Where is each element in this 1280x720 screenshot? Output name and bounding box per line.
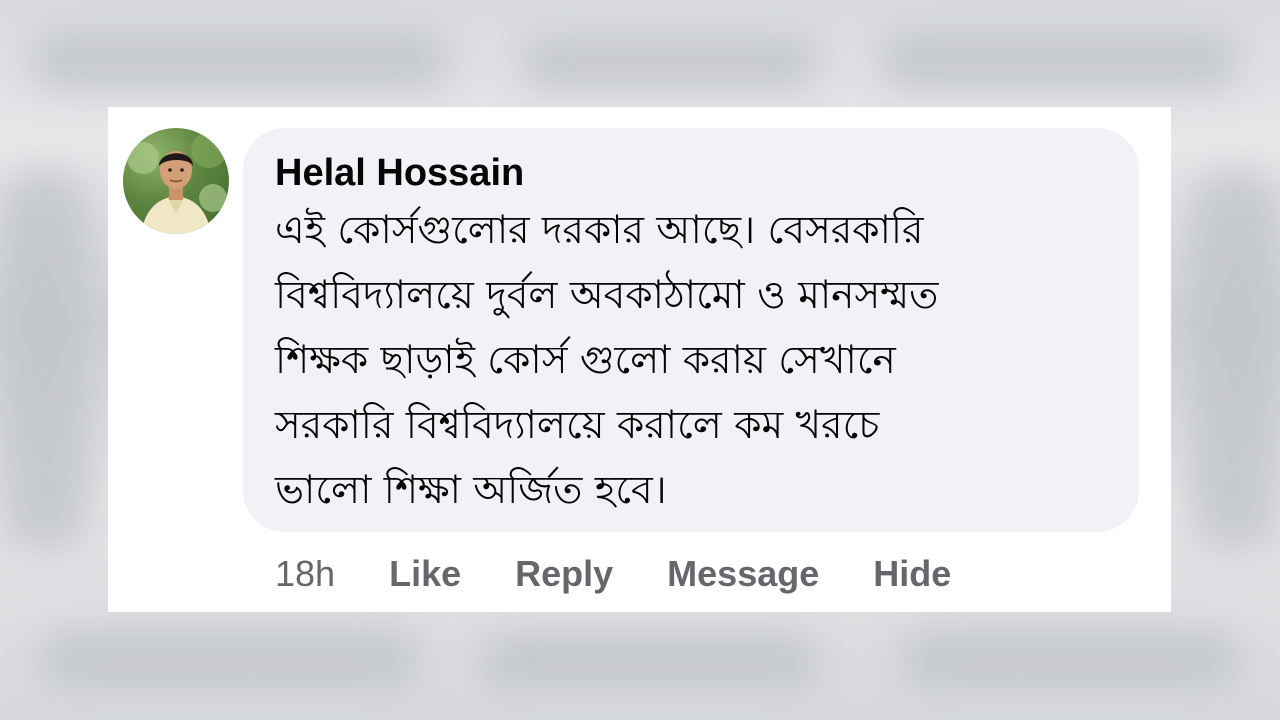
comment-card: Helal Hossain এই কোর্সগুলোর দরকার আছে। ব… (108, 107, 1171, 612)
reply-button[interactable]: Reply (515, 553, 613, 595)
comment-text-line: শিক্ষক ছাড়াই কোর্স গুলো করায় সেখানে (275, 338, 896, 383)
like-button[interactable]: Like (389, 553, 461, 595)
comment-bubble: Helal Hossain এই কোর্সগুলোর দরকার আছে। ব… (243, 128, 1139, 532)
comment-text-line: বিশ্ববিদ্যালয়ে দুর্বল অবকাঠামো ও মানসম্… (275, 273, 939, 318)
comment-text-line: ভালো শিক্ষা অর্জিত হবে। (275, 468, 667, 513)
comment-actions: 18h Like Reply Message Hide (275, 551, 1005, 597)
hide-button[interactable]: Hide (873, 553, 951, 595)
blur-shape (900, 630, 1240, 690)
author-name[interactable]: Helal Hossain (275, 150, 524, 196)
message-button[interactable]: Message (667, 553, 819, 595)
comment-timestamp[interactable]: 18h (275, 553, 335, 595)
comment-text-line: সরকারি বিশ্ববিদ্যালয়ে করালে কম খরচে (275, 403, 880, 448)
blur-shape (480, 635, 820, 690)
blur-shape (0, 170, 90, 550)
comment-text: এই কোর্সগুলোর দরকার আছে। বেসরকারি বিশ্বব… (275, 198, 1105, 523)
avatar[interactable] (123, 128, 229, 234)
comment-text-line: এই কোর্সগুলোর দরকার আছে। বেসরকারি (275, 208, 924, 253)
blur-shape (520, 35, 820, 90)
blur-shape (880, 30, 1240, 90)
blur-shape (1190, 170, 1280, 550)
blur-shape (30, 30, 450, 90)
blur-shape (40, 630, 420, 690)
avatar-photo-icon (127, 132, 227, 234)
